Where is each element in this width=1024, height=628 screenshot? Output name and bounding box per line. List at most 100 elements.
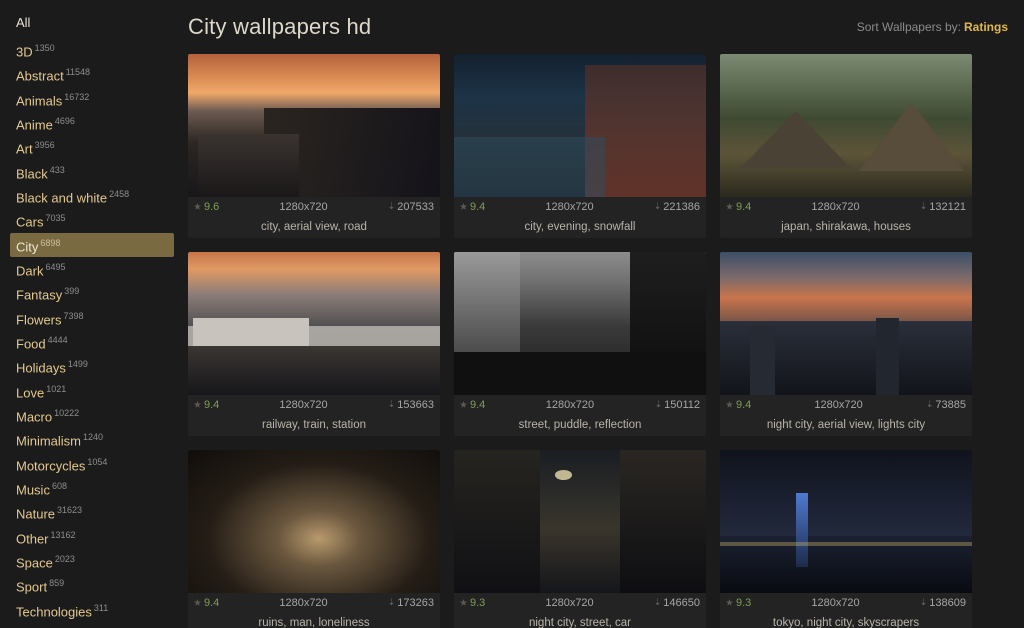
wallpaper-tags[interactable]: tokyo, night city, skyscrapers bbox=[720, 612, 972, 628]
wallpaper-thumbnail[interactable] bbox=[720, 54, 972, 197]
sort-control[interactable]: Sort Wallpapers by:Ratings bbox=[857, 20, 1008, 34]
wallpaper-tags[interactable]: ruins, man, loneliness bbox=[188, 612, 440, 628]
wallpaper-card[interactable]: 9.41280x720⇣153663railway, train, statio… bbox=[188, 252, 440, 436]
sidebar-item-technologies[interactable]: Technologies311 bbox=[10, 598, 174, 622]
sidebar-item-animals[interactable]: Animals16732 bbox=[10, 87, 174, 111]
download-count: 150112 bbox=[664, 399, 700, 411]
sidebar-item-flowers[interactable]: Flowers7398 bbox=[10, 306, 174, 330]
sidebar-item-label: Dark bbox=[16, 263, 43, 278]
sidebar-item-fantasy[interactable]: Fantasy399 bbox=[10, 281, 174, 305]
sidebar-item-abstract[interactable]: Abstract11548 bbox=[10, 62, 174, 86]
page-title: City wallpapers hd bbox=[188, 14, 371, 40]
rating: 9.4 bbox=[194, 597, 219, 609]
resolution: 1280x720 bbox=[751, 201, 919, 213]
wallpaper-card[interactable]: 9.41280x720⇣73885night city, aerial view… bbox=[720, 252, 972, 436]
wallpaper-stats: 9.41280x720⇣173263 bbox=[188, 593, 440, 612]
wallpaper-card[interactable]: 9.61280x720⇣207533city, aerial view, roa… bbox=[188, 54, 440, 238]
sidebar-item-city[interactable]: City6898 bbox=[10, 233, 174, 257]
sort-label: Sort Wallpapers by: bbox=[857, 20, 961, 34]
sidebar-item-all[interactable]: All bbox=[10, 13, 174, 33]
resolution: 1280x720 bbox=[219, 399, 387, 411]
wallpaper-tags[interactable]: street, puddle, reflection bbox=[454, 414, 706, 436]
sidebar-item-label: Sport bbox=[16, 580, 47, 595]
resolution: 1280x720 bbox=[751, 399, 926, 411]
downloads: ⇣150112 bbox=[655, 399, 700, 411]
wallpaper-tags[interactable]: railway, train, station bbox=[188, 414, 440, 436]
wallpaper-tags[interactable]: night city, street, car bbox=[454, 612, 706, 628]
wallpaper-tags[interactable]: city, aerial view, road bbox=[188, 216, 440, 238]
sidebar-item-food[interactable]: Food4444 bbox=[10, 330, 174, 354]
sidebar-item-dark[interactable]: Dark6495 bbox=[10, 257, 174, 281]
wallpaper-thumbnail[interactable] bbox=[720, 252, 972, 395]
sidebar-item-count: 3956 bbox=[35, 140, 55, 150]
resolution: 1280x720 bbox=[485, 399, 654, 411]
sidebar-item-love[interactable]: Love1021 bbox=[10, 379, 174, 403]
sidebar-item-sport[interactable]: Sport859 bbox=[10, 573, 174, 597]
sidebar-item-nature[interactable]: Nature31623 bbox=[10, 500, 174, 524]
rating-value: 9.3 bbox=[736, 597, 751, 609]
sidebar-item-count: 31623 bbox=[57, 505, 82, 515]
wallpaper-stats: 9.41280x720⇣73885 bbox=[720, 395, 972, 414]
rating: 9.6 bbox=[194, 201, 219, 213]
sidebar-item-space[interactable]: Space2023 bbox=[10, 549, 174, 573]
wallpaper-thumbnail[interactable] bbox=[188, 450, 440, 593]
wallpaper-card[interactable]: 9.41280x720⇣173263ruins, man, loneliness bbox=[188, 450, 440, 628]
sidebar-item-label: Art bbox=[16, 142, 33, 157]
star-icon bbox=[460, 599, 467, 606]
wallpaper-tags[interactable]: night city, aerial view, lights city bbox=[720, 414, 972, 436]
sidebar-item-label: Anime bbox=[16, 117, 53, 132]
star-icon bbox=[726, 401, 733, 408]
download-icon: ⇣ bbox=[388, 597, 396, 608]
wallpaper-card[interactable]: 9.31280x720⇣146650night city, street, ca… bbox=[454, 450, 706, 628]
resolution: 1280x720 bbox=[485, 201, 653, 213]
sidebar-item-label: Macro bbox=[16, 409, 52, 424]
wallpaper-tags[interactable]: city, evening, snowfall bbox=[454, 216, 706, 238]
wallpaper-card[interactable]: 9.31280x720⇣138609tokyo, night city, sky… bbox=[720, 450, 972, 628]
wallpaper-card[interactable]: 9.41280x720⇣221386city, evening, snowfal… bbox=[454, 54, 706, 238]
wallpaper-tags[interactable]: japan, shirakawa, houses bbox=[720, 216, 972, 238]
wallpaper-thumbnail[interactable] bbox=[454, 450, 706, 593]
sidebar-item-other[interactable]: Other13162 bbox=[10, 525, 174, 549]
wallpaper-thumbnail[interactable] bbox=[720, 450, 972, 593]
rating: 9.4 bbox=[726, 399, 751, 411]
sort-value[interactable]: Ratings bbox=[964, 20, 1008, 34]
wallpaper-card[interactable]: 9.41280x720⇣150112 street, puddle, reflec… bbox=[454, 252, 706, 436]
download-count: 73885 bbox=[935, 399, 966, 411]
sidebar-item-label: Other bbox=[16, 531, 49, 546]
rating-value: 9.4 bbox=[470, 399, 485, 411]
sidebar-item-cars[interactable]: Cars7035 bbox=[10, 208, 174, 232]
sidebar-item-music[interactable]: Music608 bbox=[10, 476, 174, 500]
sidebar-item-3d[interactable]: 3D1350 bbox=[10, 38, 174, 62]
sidebar-item-label: Nature bbox=[16, 507, 55, 522]
star-icon bbox=[194, 401, 201, 408]
sidebar-item-label: 3D bbox=[16, 44, 33, 59]
sidebar-item-motorcycles[interactable]: Motorcycles1054 bbox=[10, 452, 174, 476]
wallpaper-thumbnail[interactable] bbox=[454, 54, 706, 197]
sidebar-item-anime[interactable]: Anime4696 bbox=[10, 111, 174, 135]
download-count: 146650 bbox=[663, 597, 700, 609]
wallpaper-thumbnail[interactable] bbox=[188, 252, 440, 395]
sidebar-item-label: City bbox=[16, 239, 38, 254]
sidebar-item-label: Love bbox=[16, 385, 44, 400]
download-count: 173263 bbox=[397, 597, 434, 609]
download-icon: ⇣ bbox=[655, 399, 663, 410]
sidebar-item-black[interactable]: Black433 bbox=[10, 160, 174, 184]
sidebar-item-textures[interactable]: Textures4313 bbox=[10, 622, 174, 628]
download-icon: ⇣ bbox=[926, 399, 934, 410]
downloads: ⇣146650 bbox=[654, 597, 700, 609]
wallpaper-thumbnail[interactable] bbox=[188, 54, 440, 197]
rating-value: 9.4 bbox=[736, 399, 751, 411]
sidebar-item-macro[interactable]: Macro10222 bbox=[10, 403, 174, 427]
sidebar-item-holidays[interactable]: Holidays1499 bbox=[10, 354, 174, 378]
wallpaper-card[interactable]: 9.41280x720⇣132121japan, shirakawa, hous… bbox=[720, 54, 972, 238]
resolution: 1280x720 bbox=[485, 597, 653, 609]
sidebar-item-black-and-white[interactable]: Black and white2458 bbox=[10, 184, 174, 208]
sidebar-item-minimalism[interactable]: Minimalism1240 bbox=[10, 427, 174, 451]
sidebar-item-label: Black and white bbox=[16, 190, 107, 205]
sidebar-item-art[interactable]: Art3956 bbox=[10, 135, 174, 159]
wallpaper-thumbnail[interactable] bbox=[454, 252, 706, 395]
sidebar-item-count: 1499 bbox=[68, 359, 88, 369]
rating: 9.4 bbox=[460, 399, 485, 411]
download-icon: ⇣ bbox=[388, 201, 396, 212]
star-icon bbox=[194, 599, 201, 606]
